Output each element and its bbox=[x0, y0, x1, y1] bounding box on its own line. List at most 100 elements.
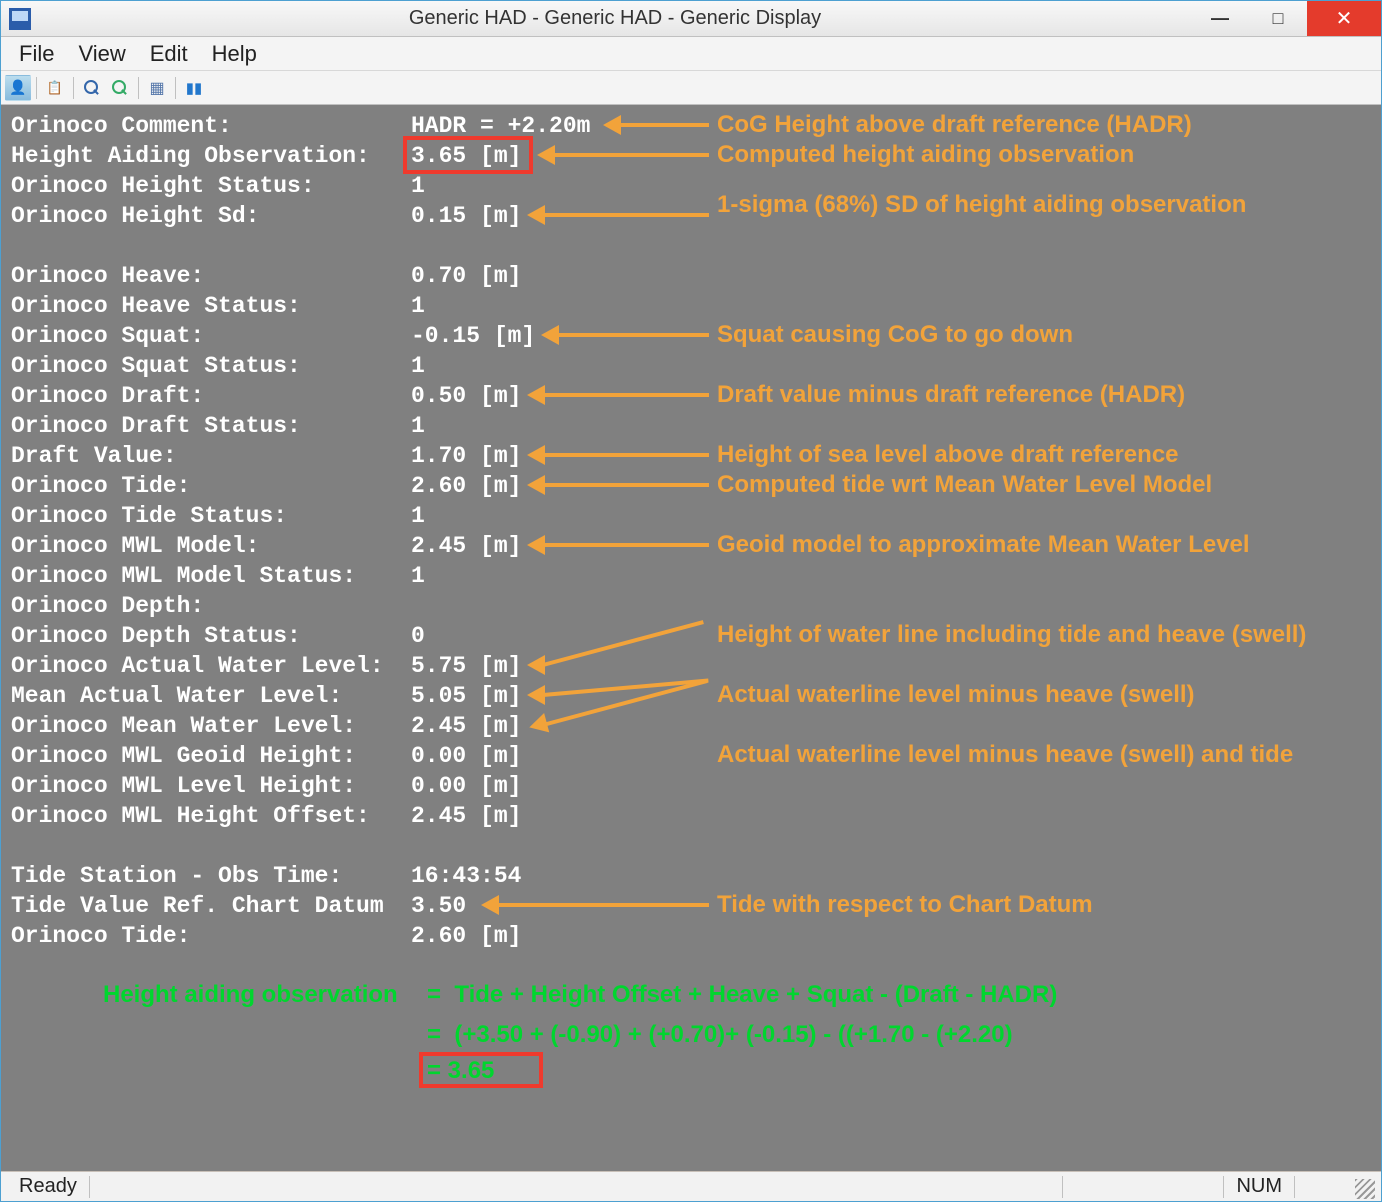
label: Orinoco MWL Geoid Height: bbox=[11, 741, 411, 771]
menu-help[interactable]: Help bbox=[202, 39, 267, 69]
minimize-button[interactable]: — bbox=[1191, 1, 1249, 36]
value: 0.70 [m] bbox=[411, 261, 521, 291]
row-tide-status: Orinoco Tide Status:1 bbox=[11, 501, 425, 531]
value: -0.15 [m] bbox=[411, 321, 535, 351]
row-draft: Orinoco Draft:0.50 [m] bbox=[11, 381, 521, 411]
row-mwl-model-status: Orinoco MWL Model Status:1 bbox=[11, 561, 425, 591]
value: 2.60 [m] bbox=[411, 921, 521, 951]
label: Orinoco MWL Height Offset: bbox=[11, 801, 411, 831]
generic-display: Orinoco Comment:HADR = +2.20m Height Aid… bbox=[1, 105, 1381, 1171]
window-controls: — □ ✕ bbox=[1191, 1, 1381, 36]
value: 1 bbox=[411, 411, 425, 441]
annot-actual-minus-heave-tide: Actual waterline level minus heave (swel… bbox=[717, 741, 1357, 769]
status-separator bbox=[1062, 1176, 1063, 1198]
label: Orinoco Comment: bbox=[11, 111, 411, 141]
row-mwl-height-offset: Orinoco MWL Height Offset:2.45 [m] bbox=[11, 801, 521, 831]
row-depth: Orinoco Depth: bbox=[11, 591, 411, 621]
value: 1 bbox=[411, 351, 425, 381]
value: 1.70 [m] bbox=[411, 441, 521, 471]
toolbar-separator bbox=[73, 77, 74, 99]
label: Orinoco Tide: bbox=[11, 471, 411, 501]
row-squat: Orinoco Squat:-0.15 [m] bbox=[11, 321, 535, 351]
app-icon bbox=[9, 8, 31, 30]
close-button[interactable]: ✕ bbox=[1307, 1, 1381, 36]
formula-line2: = (+3.50 + (-0.90) + (+0.70)+ (-0.15) - … bbox=[427, 1021, 1013, 1049]
value: 0.50 [m] bbox=[411, 381, 521, 411]
annot-sd: 1-sigma (68%) SD of height aiding observ… bbox=[717, 191, 1357, 219]
window-title: Generic HAD - Generic HAD - Generic Disp… bbox=[39, 7, 1191, 30]
value: 5.75 [m] bbox=[411, 651, 521, 681]
menu-edit[interactable]: Edit bbox=[140, 39, 198, 69]
zoom-out-icon[interactable] bbox=[107, 75, 133, 101]
value: 5.05 [m] bbox=[411, 681, 521, 711]
row-mwl-level-height: Orinoco MWL Level Height:0.00 [m] bbox=[11, 771, 521, 801]
row-squat-status: Orinoco Squat Status:1 bbox=[11, 351, 425, 381]
annot-chart-datum: Tide with respect to Chart Datum bbox=[717, 891, 1093, 919]
status-num: NUM bbox=[1224, 1175, 1294, 1198]
value: 2.45 [m] bbox=[411, 711, 521, 741]
menu-view[interactable]: View bbox=[68, 39, 135, 69]
row-draft-value: Draft Value:1.70 [m] bbox=[11, 441, 521, 471]
label: Tide Station - Obs Time: bbox=[11, 861, 411, 891]
annot-actual-minus-heave: Actual waterline level minus heave (swel… bbox=[717, 681, 1357, 709]
zoom-in-icon[interactable] bbox=[79, 75, 105, 101]
value: 1 bbox=[411, 291, 425, 321]
toolbar-separator bbox=[138, 77, 139, 99]
row-height-sd: Orinoco Height Sd:0.15 [m] bbox=[11, 201, 521, 231]
value: 2.60 [m] bbox=[411, 471, 521, 501]
label: Orinoco MWL Model Status: bbox=[11, 561, 411, 591]
annot-sea-level: Height of sea level above draft referenc… bbox=[717, 441, 1179, 469]
annot-draft: Draft value minus draft reference (HADR) bbox=[717, 381, 1185, 409]
value: 0.00 [m] bbox=[411, 741, 521, 771]
value: 0.15 [m] bbox=[411, 201, 521, 231]
row-heave-status: Orinoco Heave Status:1 bbox=[11, 291, 425, 321]
label: Orinoco Mean Water Level: bbox=[11, 711, 411, 741]
value: 2.45 [m] bbox=[411, 801, 521, 831]
status-bar: Ready NUM bbox=[1, 1171, 1381, 1201]
resize-grip-icon[interactable] bbox=[1355, 1179, 1375, 1199]
row-tide-station-time: Tide Station - Obs Time:16:43:54 bbox=[11, 861, 521, 891]
label: Orinoco Heave: bbox=[11, 261, 411, 291]
annot-geoid: Geoid model to approximate Mean Water Le… bbox=[717, 531, 1357, 559]
status-separator bbox=[89, 1176, 90, 1198]
label: Orinoco MWL Level Height: bbox=[11, 771, 411, 801]
row-mean-water-level: Orinoco Mean Water Level:2.45 [m] bbox=[11, 711, 521, 741]
maximize-button[interactable]: □ bbox=[1249, 1, 1307, 36]
label: Orinoco Draft: bbox=[11, 381, 411, 411]
menu-file[interactable]: File bbox=[9, 39, 64, 69]
value: 0 bbox=[411, 621, 425, 651]
row-height-aiding-obs: Height Aiding Observation:3.65 [m] bbox=[11, 141, 521, 171]
row-mean-actual-water-level: Mean Actual Water Level:5.05 [m] bbox=[11, 681, 521, 711]
toolbar-checklist-icon[interactable]: 📋 bbox=[42, 75, 68, 101]
label: Orinoco Actual Water Level: bbox=[11, 651, 411, 681]
formula-result: = 3.65 bbox=[427, 1057, 494, 1085]
row-draft-status: Orinoco Draft Status:1 bbox=[11, 411, 425, 441]
label: Draft Value: bbox=[11, 441, 411, 471]
label: Orinoco Depth: bbox=[11, 591, 411, 621]
row-orinoco-comment: Orinoco Comment:HADR = +2.20m bbox=[11, 111, 590, 141]
annot-squat: Squat causing CoG to go down bbox=[717, 321, 1073, 349]
toolbar-pause-icon[interactable]: ▮▮ bbox=[181, 75, 207, 101]
status-ready: Ready bbox=[7, 1175, 89, 1198]
row-tide-value-chart-datum: Tide Value Ref. Chart Datum3.50 bbox=[11, 891, 466, 921]
value: 1 bbox=[411, 171, 425, 201]
value: 1 bbox=[411, 561, 425, 591]
label: Mean Actual Water Level: bbox=[11, 681, 411, 711]
toolbar-user-icon[interactable]: 👤 bbox=[5, 75, 31, 101]
label: Orinoco Heave Status: bbox=[11, 291, 411, 321]
row-heave: Orinoco Heave:0.70 [m] bbox=[11, 261, 521, 291]
toolbar-grid-icon[interactable]: ▦ bbox=[144, 75, 170, 101]
value: 0.00 [m] bbox=[411, 771, 521, 801]
status-separator bbox=[1294, 1176, 1295, 1198]
value: 1 bbox=[411, 501, 425, 531]
label: Height Aiding Observation: bbox=[11, 141, 411, 171]
value: 3.50 bbox=[411, 891, 466, 921]
row-depth-status: Orinoco Depth Status:0 bbox=[11, 621, 425, 651]
annot-tide: Computed tide wrt Mean Water Level Model bbox=[717, 471, 1357, 499]
row-height-status: Orinoco Height Status:1 bbox=[11, 171, 425, 201]
label: Orinoco Height Status: bbox=[11, 171, 411, 201]
annot-waterline: Height of water line including tide and … bbox=[717, 621, 1357, 649]
label: Orinoco Squat: bbox=[11, 321, 411, 351]
value: 16:43:54 bbox=[411, 861, 521, 891]
value: 2.45 [m] bbox=[411, 531, 521, 561]
